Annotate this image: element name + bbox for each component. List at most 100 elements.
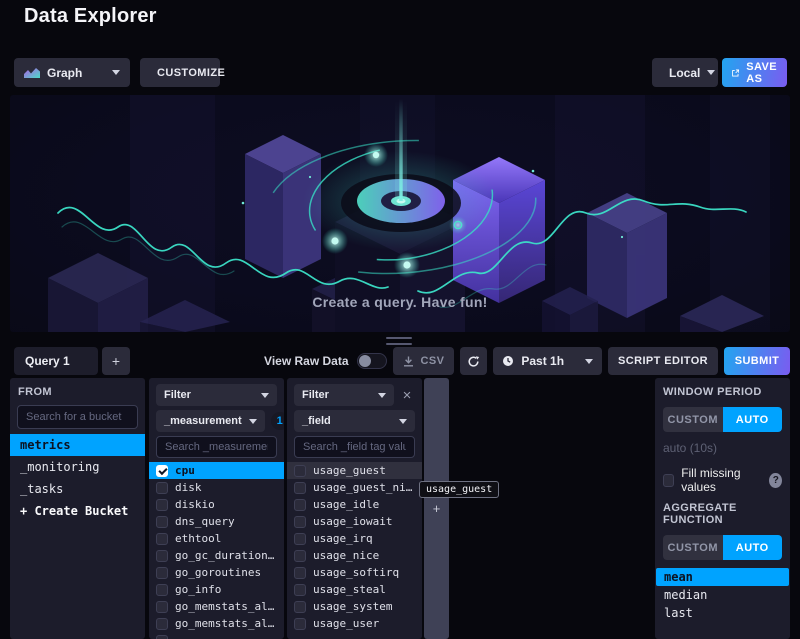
list-item[interactable]: diskio: [149, 496, 284, 513]
query-tab[interactable]: Query 1: [14, 347, 98, 375]
clock-icon: [503, 356, 514, 366]
checkbox[interactable]: [294, 617, 306, 630]
bucket-search-input[interactable]: [17, 405, 138, 429]
chevron-down-icon: [399, 418, 407, 424]
script-editor-button[interactable]: SCRIPT EDITOR: [608, 347, 718, 375]
fill-missing-values-checkbox[interactable]: [663, 473, 675, 487]
list-item[interactable]: usage_nice: [287, 547, 422, 564]
view-raw-data-toggle[interactable]: [356, 353, 387, 369]
graph-panel: Create a query. Have fun!: [10, 95, 790, 332]
checkbox[interactable]: [156, 532, 168, 545]
export-icon: [732, 69, 740, 76]
aggregate-custom-button[interactable]: CUSTOM: [663, 535, 723, 560]
list-item[interactable]: usage_user: [287, 615, 422, 632]
checkbox[interactable]: [294, 481, 306, 494]
aggregate-auto-button[interactable]: AUTO: [722, 535, 782, 560]
filter-panel-field: Filter × _field usage_guest usage_guest_…: [287, 378, 422, 639]
checkbox[interactable]: [294, 600, 306, 613]
list-item[interactable]: usage_system: [287, 598, 422, 615]
function-item[interactable]: last: [656, 604, 789, 622]
checkbox[interactable]: [294, 498, 306, 511]
create-bucket-button[interactable]: + Create Bucket: [10, 500, 145, 522]
list-item[interactable]: ethtool: [149, 530, 284, 547]
panel-resize-handle[interactable]: [386, 337, 412, 345]
checkbox[interactable]: [294, 566, 306, 579]
checkbox[interactable]: [294, 549, 306, 562]
bucket-list: metrics _monitoring _tasks + Create Buck…: [10, 434, 145, 522]
checkbox[interactable]: [294, 464, 306, 477]
checkbox[interactable]: [156, 515, 168, 528]
list-item[interactable]: disk: [149, 479, 284, 496]
time-range-label: Past 1h: [521, 354, 565, 368]
light-beam: [395, 99, 407, 201]
function-item[interactable]: mean: [656, 568, 789, 586]
window-auto-button[interactable]: AUTO: [722, 407, 782, 432]
checkbox[interactable]: [294, 515, 306, 528]
toggle-knob: [358, 355, 371, 367]
list-item[interactable]: usage_idle: [287, 496, 422, 513]
refresh-button[interactable]: [460, 347, 488, 375]
list-item[interactable]: usage_iowait: [287, 513, 422, 530]
list-item[interactable]: dns_query: [149, 513, 284, 530]
list-item[interactable]: usage_softirq: [287, 564, 422, 581]
bucket-item[interactable]: _monitoring: [10, 456, 145, 478]
script-editor-label: SCRIPT EDITOR: [618, 355, 708, 367]
list-item[interactable]: usage_steal: [287, 581, 422, 598]
list-item[interactable]: usage_guest: [287, 462, 422, 479]
submit-label: SUBMIT: [734, 355, 780, 367]
from-title: FROM: [18, 386, 52, 398]
list-item[interactable]: go_memstats_alloc_byt…: [149, 615, 284, 632]
page-title: Data Explorer: [24, 5, 157, 27]
list-item[interactable]: go_info: [149, 581, 284, 598]
save-as-button[interactable]: SAVE AS: [722, 58, 787, 87]
tag-key-dropdown[interactable]: _measurement: [156, 410, 265, 432]
window-custom-button[interactable]: CUSTOM: [663, 407, 723, 432]
csv-download-button[interactable]: CSV: [392, 347, 455, 375]
list-item[interactable]: go_gc_duration_seconds: [149, 547, 284, 564]
tag-key-dropdown[interactable]: _field: [294, 410, 415, 432]
add-query-button[interactable]: +: [102, 347, 130, 375]
checkbox[interactable]: [156, 498, 168, 511]
checkbox[interactable]: [156, 549, 168, 562]
submit-button[interactable]: SUBMIT: [724, 347, 790, 375]
filter-panel-measurement: Filter _measurement 1 cpu disk diskio dn…: [149, 378, 284, 639]
bucket-item[interactable]: _tasks: [10, 478, 145, 500]
time-range-dropdown[interactable]: Past 1h: [493, 347, 603, 375]
window-period-mode-toggle: CUSTOM AUTO: [663, 407, 782, 432]
aggregate-mode-toggle: CUSTOM AUTO: [663, 535, 782, 560]
checkbox[interactable]: [294, 583, 306, 596]
filter-type-dropdown[interactable]: Filter: [294, 384, 394, 406]
checkbox[interactable]: [156, 481, 168, 494]
list-item[interactable]: go_goroutines: [149, 564, 284, 581]
customize-label: CUSTOMIZE: [157, 66, 226, 79]
list-item[interactable]: usage_guest_nice: [287, 479, 422, 496]
filter-type-dropdown[interactable]: Filter: [156, 384, 277, 406]
from-panel: FROM metrics _monitoring _tasks + Create…: [10, 378, 145, 639]
checkbox[interactable]: [156, 566, 168, 579]
checkbox[interactable]: [156, 600, 168, 613]
measurement-search-input[interactable]: [156, 436, 277, 458]
field-search-input[interactable]: [294, 436, 415, 458]
checkbox[interactable]: [156, 634, 168, 639]
tooltip: usage_guest: [419, 481, 500, 498]
list-item[interactable]: usage_irq: [287, 530, 422, 547]
save-as-label: SAVE AS: [746, 60, 777, 85]
list-item[interactable]: go_memstats_alloc_byt…: [149, 598, 284, 615]
checkbox-checked[interactable]: [156, 464, 168, 477]
list-item[interactable]: cpu: [149, 462, 284, 479]
options-panel: WINDOW PERIOD CUSTOM AUTO auto (10s) Fil…: [655, 378, 790, 639]
customize-button[interactable]: CUSTOMIZE: [140, 58, 225, 87]
list-item-partial[interactable]: [149, 632, 284, 639]
checkbox[interactable]: [156, 617, 168, 630]
chevron-down-icon: [112, 70, 120, 75]
function-item[interactable]: median: [656, 586, 789, 604]
bucket-item[interactable]: metrics: [10, 434, 145, 456]
checkbox[interactable]: [156, 583, 168, 596]
help-icon[interactable]: ?: [769, 472, 783, 488]
visualization-type-dropdown[interactable]: Graph: [14, 58, 130, 87]
add-filter-column[interactable]: +: [424, 378, 449, 639]
checkbox[interactable]: [294, 532, 306, 545]
remove-filter-button[interactable]: ×: [399, 384, 415, 406]
chevron-down-icon: [248, 418, 257, 424]
local-dropdown[interactable]: Local: [652, 58, 718, 87]
